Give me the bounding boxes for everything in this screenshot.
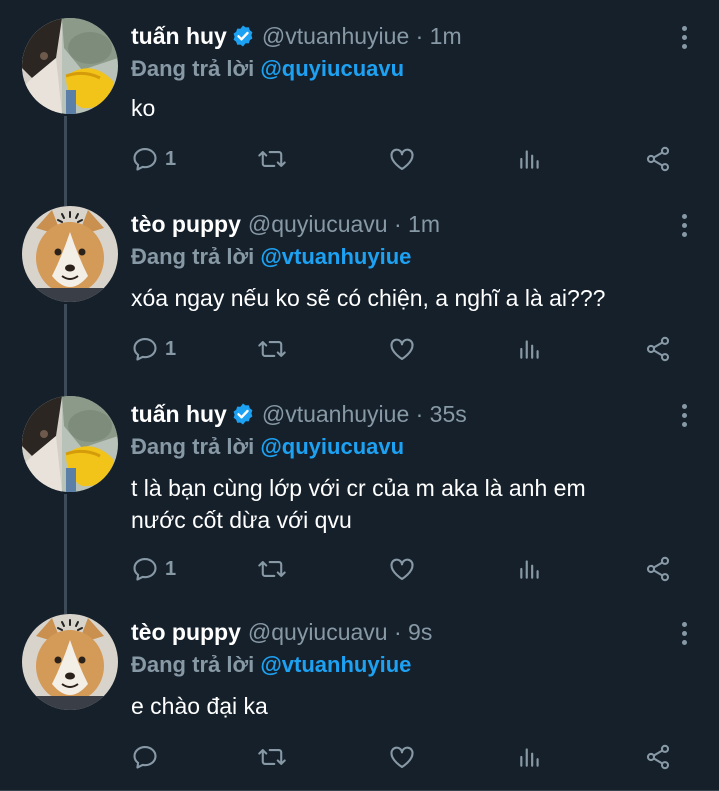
corgi-avatar-image <box>22 206 118 302</box>
more-options-icon[interactable] <box>679 214 689 240</box>
share-button[interactable] <box>643 144 673 174</box>
tweet-header: tèo puppy @quyiucuavu · 1m <box>131 206 440 242</box>
avatar[interactable] <box>22 18 118 114</box>
reply-count: 1 <box>165 557 177 580</box>
more-options-icon[interactable] <box>679 26 689 52</box>
handle-timestamp[interactable]: @quyiucuavu · 9s <box>248 619 432 646</box>
analytics-icon <box>520 560 539 579</box>
avatar[interactable] <box>22 614 118 710</box>
share-icon <box>646 336 670 362</box>
analytics-button[interactable] <box>517 334 543 364</box>
share-icon <box>646 556 670 582</box>
replying-to-label: Đang trả lời <box>131 244 255 269</box>
analytics-icon <box>520 340 539 359</box>
analytics-button[interactable] <box>517 742 543 772</box>
like-button[interactable] <box>387 334 417 364</box>
share-icon <box>646 744 670 770</box>
tweet-header: tèo puppy @quyiucuavu · 9s <box>131 614 432 650</box>
replying-to-label: Đang trả lời <box>131 652 255 677</box>
tweet-text: t là bạn cùng lớp với cr của m aka là an… <box>131 472 586 536</box>
tweet-text-line: e chào đại ka <box>131 693 268 719</box>
retweet-button[interactable] <box>257 144 287 174</box>
replying-to-label: Đang trả lời <box>131 434 255 459</box>
like-button[interactable] <box>387 554 417 584</box>
reply-count: 1 <box>165 147 177 170</box>
retweet-icon <box>258 341 286 357</box>
reply-button[interactable] <box>131 742 165 772</box>
retweet-button[interactable] <box>257 742 287 772</box>
avatar[interactable] <box>22 396 118 492</box>
replying-to: Đang trả lời @quyiucuavu <box>131 56 404 82</box>
tweet-text-line: nước cốt dừa với qvu <box>131 507 352 533</box>
more-options-icon[interactable] <box>679 622 689 648</box>
analytics-button[interactable] <box>517 554 543 584</box>
tweet[interactable]: tèo puppy @quyiucuavu · 1m Đang trả lời … <box>0 206 719 376</box>
retweet-icon <box>258 749 286 765</box>
display-name[interactable]: tèo puppy <box>131 211 241 238</box>
analytics-icon <box>520 150 539 169</box>
replying-to: Đang trả lời @vtuanhuyiue <box>131 652 411 678</box>
tweet[interactable]: tuấn huy @vtuanhuyiue · 35s Đang trả lời… <box>0 396 719 596</box>
replying-to: Đang trả lời @quyiucuavu <box>131 434 404 460</box>
replying-to: Đang trả lời @vtuanhuyiue <box>131 244 411 270</box>
tweet-text: e chào đại ka <box>131 690 268 722</box>
tweet-actions: 1 <box>131 334 691 364</box>
verified-badge-icon <box>233 403 253 425</box>
share-button[interactable] <box>643 742 673 772</box>
reply-button[interactable]: 1 <box>131 554 176 584</box>
analytics-button[interactable] <box>517 144 543 174</box>
mention-link[interactable]: @vtuanhuyiue <box>260 652 411 677</box>
tweet[interactable]: tuấn huy @vtuanhuyiue · 1m Đang trả lời … <box>0 18 719 188</box>
like-button[interactable] <box>387 742 417 772</box>
share-button[interactable] <box>643 554 673 584</box>
display-name[interactable]: tuấn huy <box>131 401 227 428</box>
reply-icon <box>133 148 157 171</box>
replying-to-label: Đang trả lời <box>131 56 255 81</box>
tweet-actions: 1 <box>131 144 691 174</box>
display-name[interactable]: tuấn huy <box>131 23 227 50</box>
reply-button[interactable]: 1 <box>131 144 176 174</box>
heart-icon <box>390 746 414 768</box>
tweet-header: tuấn huy @vtuanhuyiue · 1m <box>131 18 462 54</box>
heart-icon <box>390 148 414 170</box>
avatar[interactable] <box>22 206 118 302</box>
retweet-button[interactable] <box>257 554 287 584</box>
handle-timestamp[interactable]: @vtuanhuyiue · 35s <box>262 401 467 428</box>
mention-link[interactable]: @vtuanhuyiue <box>260 244 411 269</box>
reply-count: 1 <box>165 337 177 360</box>
tweet-actions: 1 <box>131 554 691 584</box>
share-button[interactable] <box>643 334 673 364</box>
heart-icon <box>390 558 414 580</box>
display-name[interactable]: tèo puppy <box>131 619 241 646</box>
heart-icon <box>390 338 414 360</box>
anime-duck-avatar-image <box>22 396 118 492</box>
retweet-icon <box>258 151 286 167</box>
reply-icon <box>133 338 157 361</box>
verified-badge-icon <box>233 25 253 47</box>
mention-link[interactable]: @quyiucuavu <box>260 434 404 459</box>
tweet[interactable]: tèo puppy @quyiucuavu · 9s Đang trả lời … <box>0 614 719 784</box>
mention-link[interactable]: @quyiucuavu <box>260 56 404 81</box>
tweet-text-line: t là bạn cùng lớp với cr của m aka là an… <box>131 475 586 501</box>
tweet-header: tuấn huy @vtuanhuyiue · 35s <box>131 396 467 432</box>
tweet-actions <box>131 742 691 772</box>
retweet-icon <box>258 561 286 577</box>
more-options-icon[interactable] <box>679 404 689 430</box>
tweet-text: xóa ngay nếu ko sẽ có chiện, a nghĩ a là… <box>131 282 605 314</box>
reply-icon <box>133 558 157 581</box>
anime-duck-avatar-image <box>22 18 118 114</box>
tweet-text: ko <box>131 92 155 124</box>
handle-timestamp[interactable]: @quyiucuavu · 1m <box>248 211 440 238</box>
handle-timestamp[interactable]: @vtuanhuyiue · 1m <box>262 23 462 50</box>
tweet-text-line: xóa ngay nếu ko sẽ có chiện, a nghĩ a là… <box>131 285 606 311</box>
corgi-avatar-image <box>22 614 118 710</box>
share-icon <box>646 146 670 172</box>
tweet-text-line: ko <box>131 95 156 121</box>
retweet-button[interactable] <box>257 334 287 364</box>
like-button[interactable] <box>387 144 417 174</box>
reply-icon <box>133 746 157 769</box>
reply-button[interactable]: 1 <box>131 334 176 364</box>
analytics-icon <box>520 748 539 767</box>
